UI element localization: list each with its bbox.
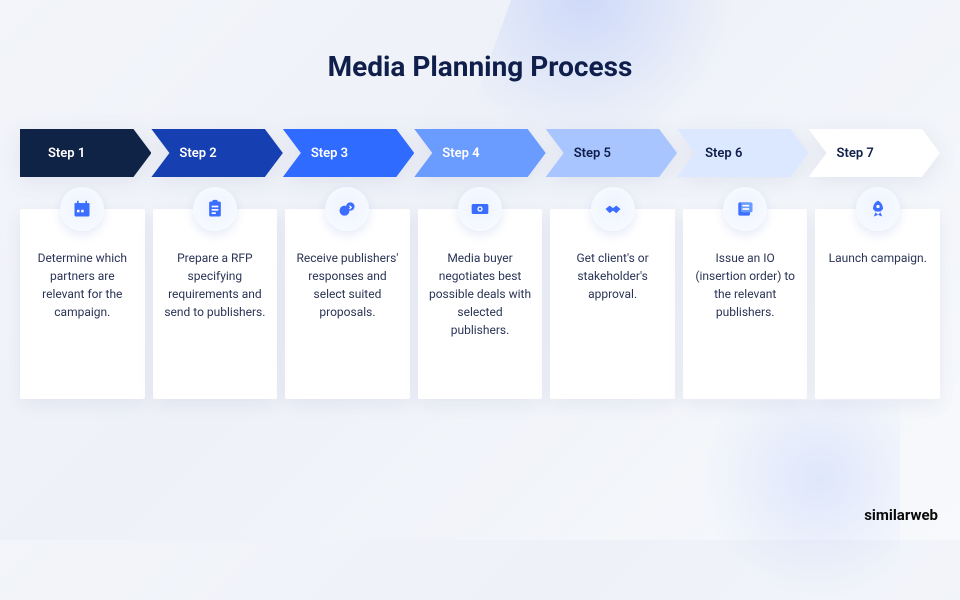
step-card-3: Receive publishers' responses and select… <box>285 209 410 399</box>
step-card-text: Media buyer negotiates best possible dea… <box>426 249 535 339</box>
step-arrow-label: Step 2 <box>179 146 216 161</box>
clipboard-icon <box>193 187 237 231</box>
step-arrow-row: Step 1 Step 2 Step 3 Step 4 Step 5 Step 6 Step… <box>20 129 940 177</box>
step-arrow-label: Step 1 <box>48 146 85 161</box>
brand-text: similarweb <box>864 506 938 524</box>
step-card-text: Determine which partners are relevant fo… <box>28 249 137 321</box>
step-card-6: Issue an IO (insertion order) to the rel… <box>683 209 808 399</box>
rocket-icon <box>856 187 900 231</box>
step-arrow-label: Step 7 <box>837 146 874 161</box>
handshake-icon <box>591 187 635 231</box>
step-card-2: Prepare a RFP specifying requirements an… <box>153 209 278 399</box>
step-arrow-4: Step 4 <box>414 129 545 177</box>
step-arrow-1: Step 1 <box>20 129 151 177</box>
step-card-7: Launch campaign. <box>815 209 940 399</box>
money-icon <box>458 187 502 231</box>
coins-icon <box>325 187 369 231</box>
step-card-1: Determine which partners are relevant fo… <box>20 209 145 399</box>
brand-icon <box>844 507 860 523</box>
step-card-text: Receive publishers' responses and select… <box>293 249 402 321</box>
step-card-5: Get client's or stakeholder's approval. <box>550 209 675 399</box>
step-arrow-7: Step 7 <box>809 129 940 177</box>
step-arrow-label: Step 4 <box>442 146 479 161</box>
step-card-4: Media buyer negotiates best possible dea… <box>418 209 543 399</box>
document-icon <box>723 187 767 231</box>
step-card-text: Launch campaign. <box>827 249 929 267</box>
step-arrow-2: Step 2 <box>151 129 282 177</box>
calendar-icon <box>60 187 104 231</box>
step-arrow-3: Step 3 <box>283 129 414 177</box>
step-arrow-label: Step 3 <box>311 146 348 161</box>
page-title: Media Planning Process <box>20 50 940 83</box>
step-card-text: Prepare a RFP specifying requirements an… <box>161 249 270 321</box>
step-arrow-5: Step 5 <box>546 129 677 177</box>
step-arrow-label: Step 6 <box>705 146 742 161</box>
step-arrow-label: Step 5 <box>574 146 611 161</box>
step-card-row: Determine which partners are relevant fo… <box>20 209 940 399</box>
step-card-text: Issue an IO (insertion order) to the rel… <box>691 249 800 321</box>
step-arrow-6: Step 6 <box>677 129 808 177</box>
step-card-text: Get client's or stakeholder's approval. <box>558 249 667 303</box>
brand-logo: similarweb <box>844 506 938 524</box>
diagram-container: Media Planning Process Step 1Step 2Step … <box>0 0 960 540</box>
